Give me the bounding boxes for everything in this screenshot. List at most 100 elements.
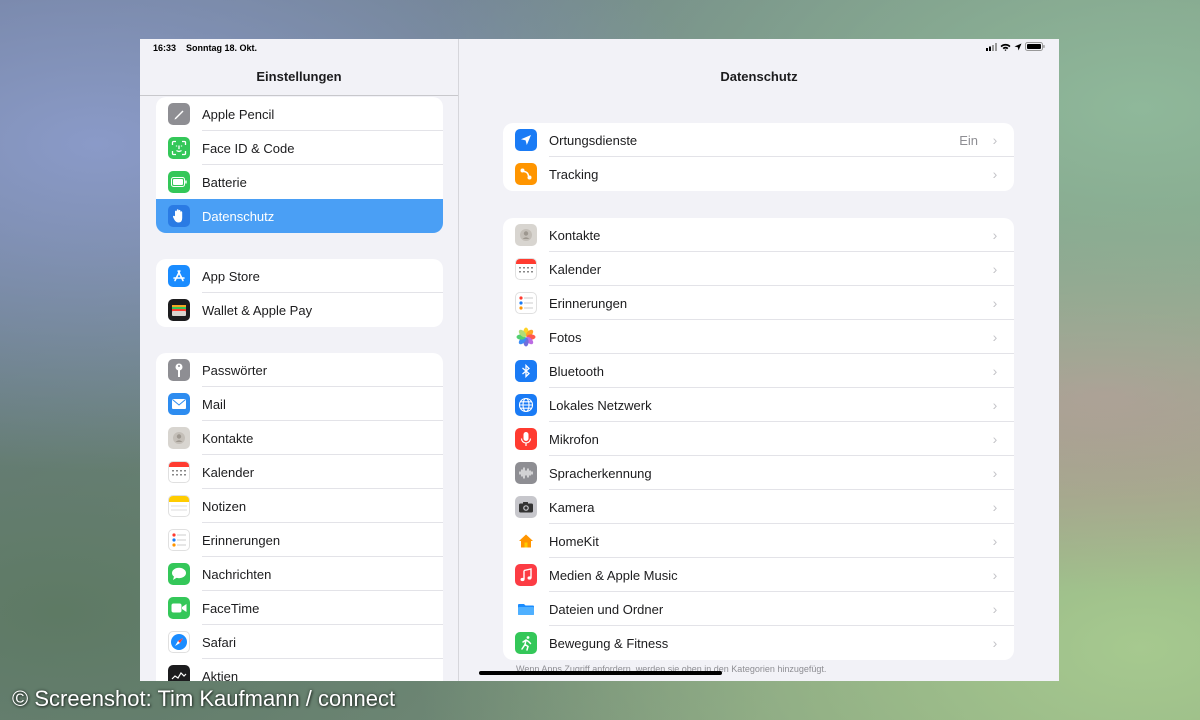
chevron-right-icon: › — [992, 465, 998, 481]
privacy-row-microphone[interactable]: Mikrofon › — [503, 422, 1014, 456]
chevron-right-icon: › — [992, 431, 998, 447]
chevron-right-icon: › — [992, 363, 998, 379]
sidebar-item-label: Safari — [202, 634, 236, 650]
sidebar-item-label: Notizen — [202, 498, 247, 514]
sidebar-item-notes[interactable]: Notizen — [156, 489, 443, 523]
sidebar-title: Einstellungen — [256, 69, 342, 84]
sidebar-item-privacy[interactable]: Datenschutz — [156, 199, 443, 233]
privacy-row-calendar[interactable]: Kalender › — [503, 252, 1014, 286]
sidebar-item-reminders[interactable]: Erinnerungen — [156, 523, 443, 557]
sidebar-group-apps: Passwörter Mail Kontakte Kalender Notize… — [156, 353, 443, 681]
sidebar-item-label: Datenschutz — [202, 208, 275, 224]
privacy-row-motion-fitness[interactable]: Bewegung & Fitness › — [503, 626, 1014, 660]
chevron-right-icon: › — [992, 601, 998, 617]
row-label: Bluetooth — [549, 363, 604, 379]
globe-icon — [515, 394, 537, 416]
sidebar-group-system: Apple Pencil Face ID & Code Batterie Dat… — [156, 97, 443, 233]
sidebar-item-stocks[interactable]: Aktien — [156, 659, 443, 681]
privacy-row-reminders[interactable]: Erinnerungen › — [503, 286, 1014, 320]
home-indicator[interactable] — [479, 671, 722, 675]
chevron-right-icon: › — [992, 166, 998, 182]
status-time: 16:33 — [153, 43, 177, 53]
mail-icon — [168, 393, 190, 415]
row-label: Dateien und Ordner — [549, 601, 664, 617]
privacy-row-tracking[interactable]: Tracking › — [503, 157, 1014, 191]
home-icon — [515, 530, 537, 552]
row-label: Lokales Netzwerk — [549, 397, 652, 413]
chevron-right-icon: › — [992, 295, 998, 311]
privacy-row-local-network[interactable]: Lokales Netzwerk › — [503, 388, 1014, 422]
row-label: Kamera — [549, 499, 595, 515]
privacy-row-location-services[interactable]: Ortungsdienste Ein › — [503, 123, 1014, 157]
location-icon — [1014, 43, 1022, 50]
sidebar-item-label: FaceTime — [202, 600, 260, 616]
battery-status-icon — [1025, 42, 1045, 51]
photos-icon — [515, 326, 537, 348]
chevron-right-icon: › — [992, 261, 998, 277]
sidebar-item-safari[interactable]: Safari — [156, 625, 443, 659]
privacy-row-bluetooth[interactable]: Bluetooth › — [503, 354, 1014, 388]
chevron-right-icon: › — [992, 499, 998, 515]
privacy-row-contacts[interactable]: Kontakte › — [503, 218, 1014, 252]
microphone-icon — [515, 428, 537, 450]
sidebar-item-label: Mail — [202, 396, 226, 412]
sidebar-item-label: Erinnerungen — [202, 532, 281, 548]
privacy-row-media-music[interactable]: Medien & Apple Music › — [503, 558, 1014, 592]
row-label: Tracking — [549, 166, 599, 182]
copyright-watermark: © Screenshot: Tim Kaufmann / connect — [12, 686, 396, 711]
sidebar-item-label: Wallet & Apple Pay — [202, 302, 313, 318]
detail-pane: Datenschutz Ortungsdienste Ein › Trackin… — [459, 39, 1059, 681]
notes-icon — [168, 495, 190, 517]
privacy-group-apps: Kontakte › Kalender › Erinnerungen › Fot… — [503, 218, 1014, 660]
privacy-row-speech-recognition[interactable]: Spracherkennung › — [503, 456, 1014, 490]
sidebar-item-wallet[interactable]: Wallet & Apple Pay — [156, 293, 443, 327]
status-date: Sonntag 18. Okt. — [186, 43, 258, 53]
ipad-screen: 16:33 Sonntag 18. Okt. Einstellungen App… — [140, 39, 1059, 681]
sidebar-item-facetime[interactable]: FaceTime — [156, 591, 443, 625]
privacy-row-files-folders[interactable]: Dateien und Ordner › — [503, 592, 1014, 626]
calendar-icon — [515, 258, 537, 280]
sidebar-item-apple-pencil[interactable]: Apple Pencil — [156, 97, 443, 131]
cellular-signal-icon — [986, 42, 997, 51]
sidebar-header-divider — [140, 95, 458, 96]
chevron-right-icon: › — [992, 132, 998, 148]
page-title: Datenschutz — [720, 69, 798, 84]
sidebar-group-store: App Store Wallet & Apple Pay — [156, 259, 443, 327]
privacy-row-camera[interactable]: Kamera › — [503, 490, 1014, 524]
row-label: Mikrofon — [549, 431, 599, 447]
row-label: Fotos — [549, 329, 582, 345]
reminders-icon — [515, 292, 537, 314]
wifi-icon — [1000, 43, 1011, 51]
appstore-icon — [168, 265, 190, 287]
sidebar: Einstellungen Apple Pencil Face ID & Cod… — [140, 39, 459, 681]
sidebar-item-label: Kalender — [202, 464, 255, 480]
sidebar-item-label: Nachrichten — [202, 566, 272, 582]
folder-icon — [515, 598, 537, 620]
music-icon — [515, 564, 537, 586]
sidebar-item-label: Passwörter — [202, 362, 268, 378]
sidebar-item-app-store[interactable]: App Store — [156, 259, 443, 293]
privacy-row-homekit[interactable]: HomeKit › — [503, 524, 1014, 558]
status-icons — [986, 42, 1045, 51]
sidebar-item-mail[interactable]: Mail — [156, 387, 443, 421]
chevron-right-icon: › — [992, 567, 998, 583]
chevron-right-icon: › — [992, 227, 998, 243]
sidebar-item-passwords[interactable]: Passwörter — [156, 353, 443, 387]
chevron-right-icon: › — [992, 397, 998, 413]
sidebar-item-contacts[interactable]: Kontakte — [156, 421, 443, 455]
row-label: Ortungsdienste — [549, 132, 638, 148]
camera-icon — [515, 496, 537, 518]
sidebar-item-label: Kontakte — [202, 430, 254, 446]
row-label: Medien & Apple Music — [549, 567, 678, 583]
pencil-icon — [168, 103, 190, 125]
sidebar-item-label: App Store — [202, 268, 260, 284]
sidebar-item-face-id[interactable]: Face ID & Code — [156, 131, 443, 165]
battery-icon — [168, 171, 190, 193]
row-label: HomeKit — [549, 533, 599, 549]
tracking-icon — [515, 163, 537, 185]
sidebar-item-calendar[interactable]: Kalender — [156, 455, 443, 489]
sidebar-item-messages[interactable]: Nachrichten — [156, 557, 443, 591]
chevron-right-icon: › — [992, 533, 998, 549]
sidebar-item-battery[interactable]: Batterie — [156, 165, 443, 199]
privacy-row-photos[interactable]: Fotos › — [503, 320, 1014, 354]
